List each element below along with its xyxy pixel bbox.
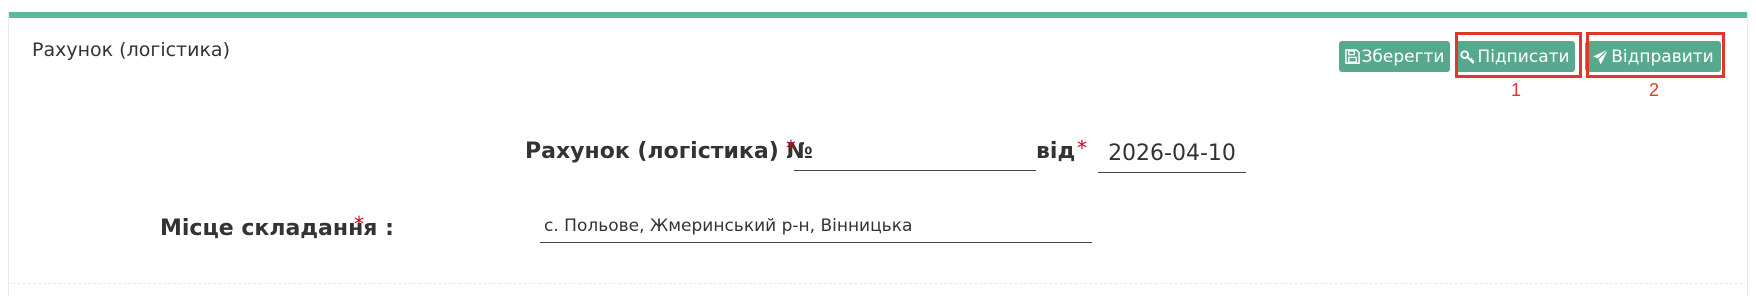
required-marker: * bbox=[786, 136, 796, 160]
panel-accent-bar bbox=[9, 12, 1747, 18]
doc-number-input[interactable] bbox=[794, 170, 1036, 171]
floppy-disk-icon bbox=[1344, 49, 1360, 64]
required-marker: * bbox=[1077, 136, 1087, 160]
place-input[interactable]: с. Польове, Жмеринський р-н, Вінницька bbox=[540, 216, 1092, 243]
annotation-box-1 bbox=[1455, 32, 1582, 78]
save-button[interactable]: Зберегти bbox=[1339, 41, 1450, 72]
date-input[interactable]: 2026-04-10 bbox=[1098, 141, 1246, 173]
annotation-number-2: 2 bbox=[1649, 80, 1660, 100]
divider bbox=[8, 283, 1748, 285]
date-label: від bbox=[1036, 139, 1076, 164]
panel-title: Рахунок (логістика) bbox=[32, 39, 230, 61]
doc-number-label: Рахунок (логістика) № bbox=[525, 139, 813, 164]
save-button-label: Зберегти bbox=[1361, 46, 1445, 67]
annotation-number-1: 1 bbox=[1511, 80, 1522, 100]
required-marker: * bbox=[354, 212, 364, 236]
annotation-box-2 bbox=[1586, 32, 1725, 78]
